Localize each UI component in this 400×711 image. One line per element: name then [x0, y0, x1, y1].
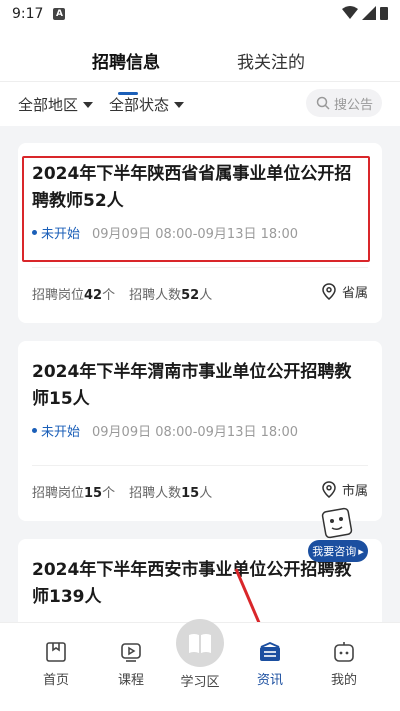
consult-label: 我要咨询: [312, 545, 357, 558]
location-pin-icon: [322, 481, 336, 498]
status-bar: 9:17 A: [0, 0, 400, 28]
card-divider: [32, 267, 368, 268]
nav-study[interactable]: 学习区: [170, 671, 230, 690]
nav-profile[interactable]: 我的: [314, 641, 374, 688]
nav-label: 课程: [117, 673, 144, 688]
news-icon: [260, 642, 280, 661]
nav-course[interactable]: 课程: [101, 641, 161, 688]
header-divider: [0, 81, 400, 82]
status-indicators: [342, 6, 388, 20]
status-filter-label: 全部状态: [109, 96, 170, 114]
status-dot-icon: [32, 428, 37, 433]
location-label: 市属: [341, 484, 368, 499]
caret-down-icon: [83, 101, 94, 108]
job-card-status-row: 未开始 09月09日 08:00-09月13日 18:00: [32, 421, 298, 440]
profile-icon: [334, 642, 354, 662]
tab-bar: 招聘信息 我关注的: [0, 48, 400, 95]
search-button[interactable]: 搜公告: [306, 89, 382, 117]
job-card-title: 2024年下半年渭南市事业单位公开招聘教师15人: [32, 362, 352, 409]
location-pin-icon: [322, 283, 336, 300]
status-filter[interactable]: 全部状态: [109, 94, 185, 115]
status-badge: 未开始: [32, 421, 80, 440]
chevron-right-icon: ▸: [358, 544, 364, 558]
status-time: 9:17: [12, 6, 44, 22]
study-area-button[interactable]: [176, 619, 224, 667]
nav-label: 资讯: [256, 673, 283, 688]
location-label: 省属: [341, 286, 368, 301]
course-icon: [121, 643, 141, 662]
card-divider: [32, 465, 368, 466]
people-count: 招聘人数52人: [129, 288, 213, 303]
highlight-box: [22, 156, 370, 262]
tab-recruitment-info[interactable]: 招聘信息: [92, 48, 160, 73]
region-filter[interactable]: 全部地区: [18, 94, 94, 115]
signal-icon: [362, 6, 376, 20]
people-count: 招聘人数15人: [129, 486, 213, 501]
nav-home[interactable]: 首页: [26, 641, 86, 688]
bottom-nav: 首页 课程 学习区 资讯 我的: [0, 619, 400, 711]
nav-label: 我的: [330, 673, 357, 688]
search-icon: [316, 96, 330, 110]
consult-widget[interactable]: 我要咨询 ▸: [308, 506, 374, 562]
header: 招聘信息 我关注的 全部地区 全部状态 搜公告: [0, 28, 400, 126]
job-card-title: 2024年下半年西安市事业单位公开招聘教师139人: [32, 560, 352, 607]
home-icon: [46, 642, 66, 662]
tab-following[interactable]: 我关注的: [237, 48, 305, 73]
caret-down-icon: [174, 101, 185, 108]
app-notification-icon: A: [53, 8, 66, 20]
nav-news[interactable]: 资讯: [240, 641, 300, 688]
positions-count: 招聘岗位15个: [32, 486, 116, 501]
positions-count: 招聘岗位42个: [32, 288, 116, 303]
job-card-date: 09月09日 08:00-09月13日 18:00: [92, 425, 299, 440]
battery-icon: [380, 7, 388, 20]
job-card-location: 市属: [322, 480, 368, 499]
job-card[interactable]: 2024年下半年渭南市事业单位公开招聘教师15人 未开始 09月09日 08:0…: [18, 341, 382, 521]
study-icon: [189, 634, 211, 653]
filter-bar: 全部地区 全部状态 搜公告: [0, 88, 400, 122]
job-card-location: 省属: [322, 282, 368, 301]
job-card-meta: 招聘岗位42个 招聘人数52人: [32, 284, 212, 303]
consult-button[interactable]: 我要咨询 ▸: [308, 540, 368, 562]
nav-label: 学习区: [180, 675, 220, 690]
search-placeholder: 搜公告: [334, 97, 374, 113]
region-filter-label: 全部地区: [18, 96, 79, 114]
nav-label: 首页: [42, 673, 69, 688]
job-card-meta: 招聘岗位15个 招聘人数15人: [32, 482, 212, 501]
status-label: 未开始: [41, 425, 81, 440]
wifi-icon: [342, 6, 358, 19]
